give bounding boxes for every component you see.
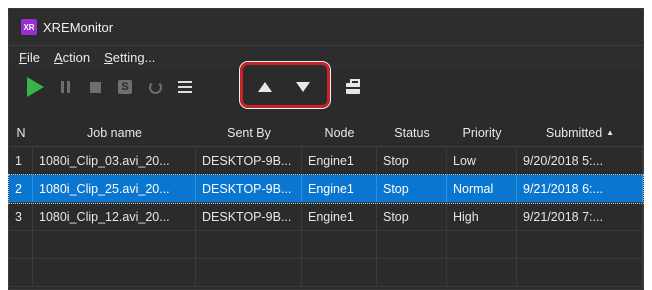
table-row[interactable]: 1 1080i_Clip_03.avi_20... DESKTOP-9B... … bbox=[9, 147, 643, 175]
move-down-button[interactable] bbox=[291, 75, 315, 99]
sort-ascending-icon: ▲ bbox=[606, 128, 615, 137]
empty-row bbox=[9, 231, 643, 259]
pause-button[interactable] bbox=[53, 75, 77, 99]
list-button[interactable] bbox=[173, 75, 197, 99]
s-icon: S bbox=[118, 80, 132, 94]
menu-file[interactable]: File bbox=[19, 50, 40, 65]
s-button[interactable]: S bbox=[113, 75, 137, 99]
refresh-button[interactable] bbox=[143, 75, 167, 99]
refresh-icon bbox=[148, 80, 162, 94]
move-down-icon bbox=[296, 82, 310, 92]
toolbar: S bbox=[9, 62, 643, 108]
stop-button[interactable] bbox=[83, 75, 107, 99]
move-up-icon bbox=[258, 82, 272, 92]
app-logo-icon: XR bbox=[21, 19, 37, 35]
stop-icon bbox=[89, 81, 101, 93]
col-header-sent-by[interactable]: Sent By bbox=[196, 119, 302, 146]
empty-row bbox=[9, 259, 643, 287]
table-header: N Job name Sent By Node Status Priority … bbox=[9, 119, 643, 147]
start-button[interactable] bbox=[23, 75, 47, 99]
job-table: N Job name Sent By Node Status Priority … bbox=[8, 119, 644, 287]
toolbox-button[interactable] bbox=[341, 74, 365, 98]
col-header-node[interactable]: Node bbox=[302, 119, 377, 146]
play-icon bbox=[26, 77, 44, 97]
toolbox-icon bbox=[346, 78, 360, 94]
title-bar[interactable]: XR XREMonitor bbox=[9, 9, 643, 45]
table-row[interactable]: 3 1080i_Clip_12.avi_20... DESKTOP-9B... … bbox=[9, 203, 643, 231]
col-header-status[interactable]: Status bbox=[377, 119, 447, 146]
list-icon bbox=[178, 81, 192, 93]
col-header-priority[interactable]: Priority bbox=[447, 119, 517, 146]
window-title: XREMonitor bbox=[43, 19, 114, 35]
col-header-job-name[interactable]: Job name bbox=[33, 119, 196, 146]
menu-setting[interactable]: Setting... bbox=[104, 50, 155, 65]
col-header-n[interactable]: N bbox=[9, 119, 33, 146]
menu-action[interactable]: Action bbox=[54, 50, 90, 65]
col-header-submitted[interactable]: Submitted ▲ bbox=[517, 119, 643, 146]
table-row-selected[interactable]: 2 1080i_Clip_25.avi_20... DESKTOP-9B... … bbox=[8, 174, 644, 204]
move-up-button[interactable] bbox=[253, 75, 277, 99]
main-window: XR XREMonitor File Action Setting... S N… bbox=[8, 8, 644, 290]
priority-arrows bbox=[253, 75, 329, 99]
pause-icon bbox=[60, 81, 70, 93]
